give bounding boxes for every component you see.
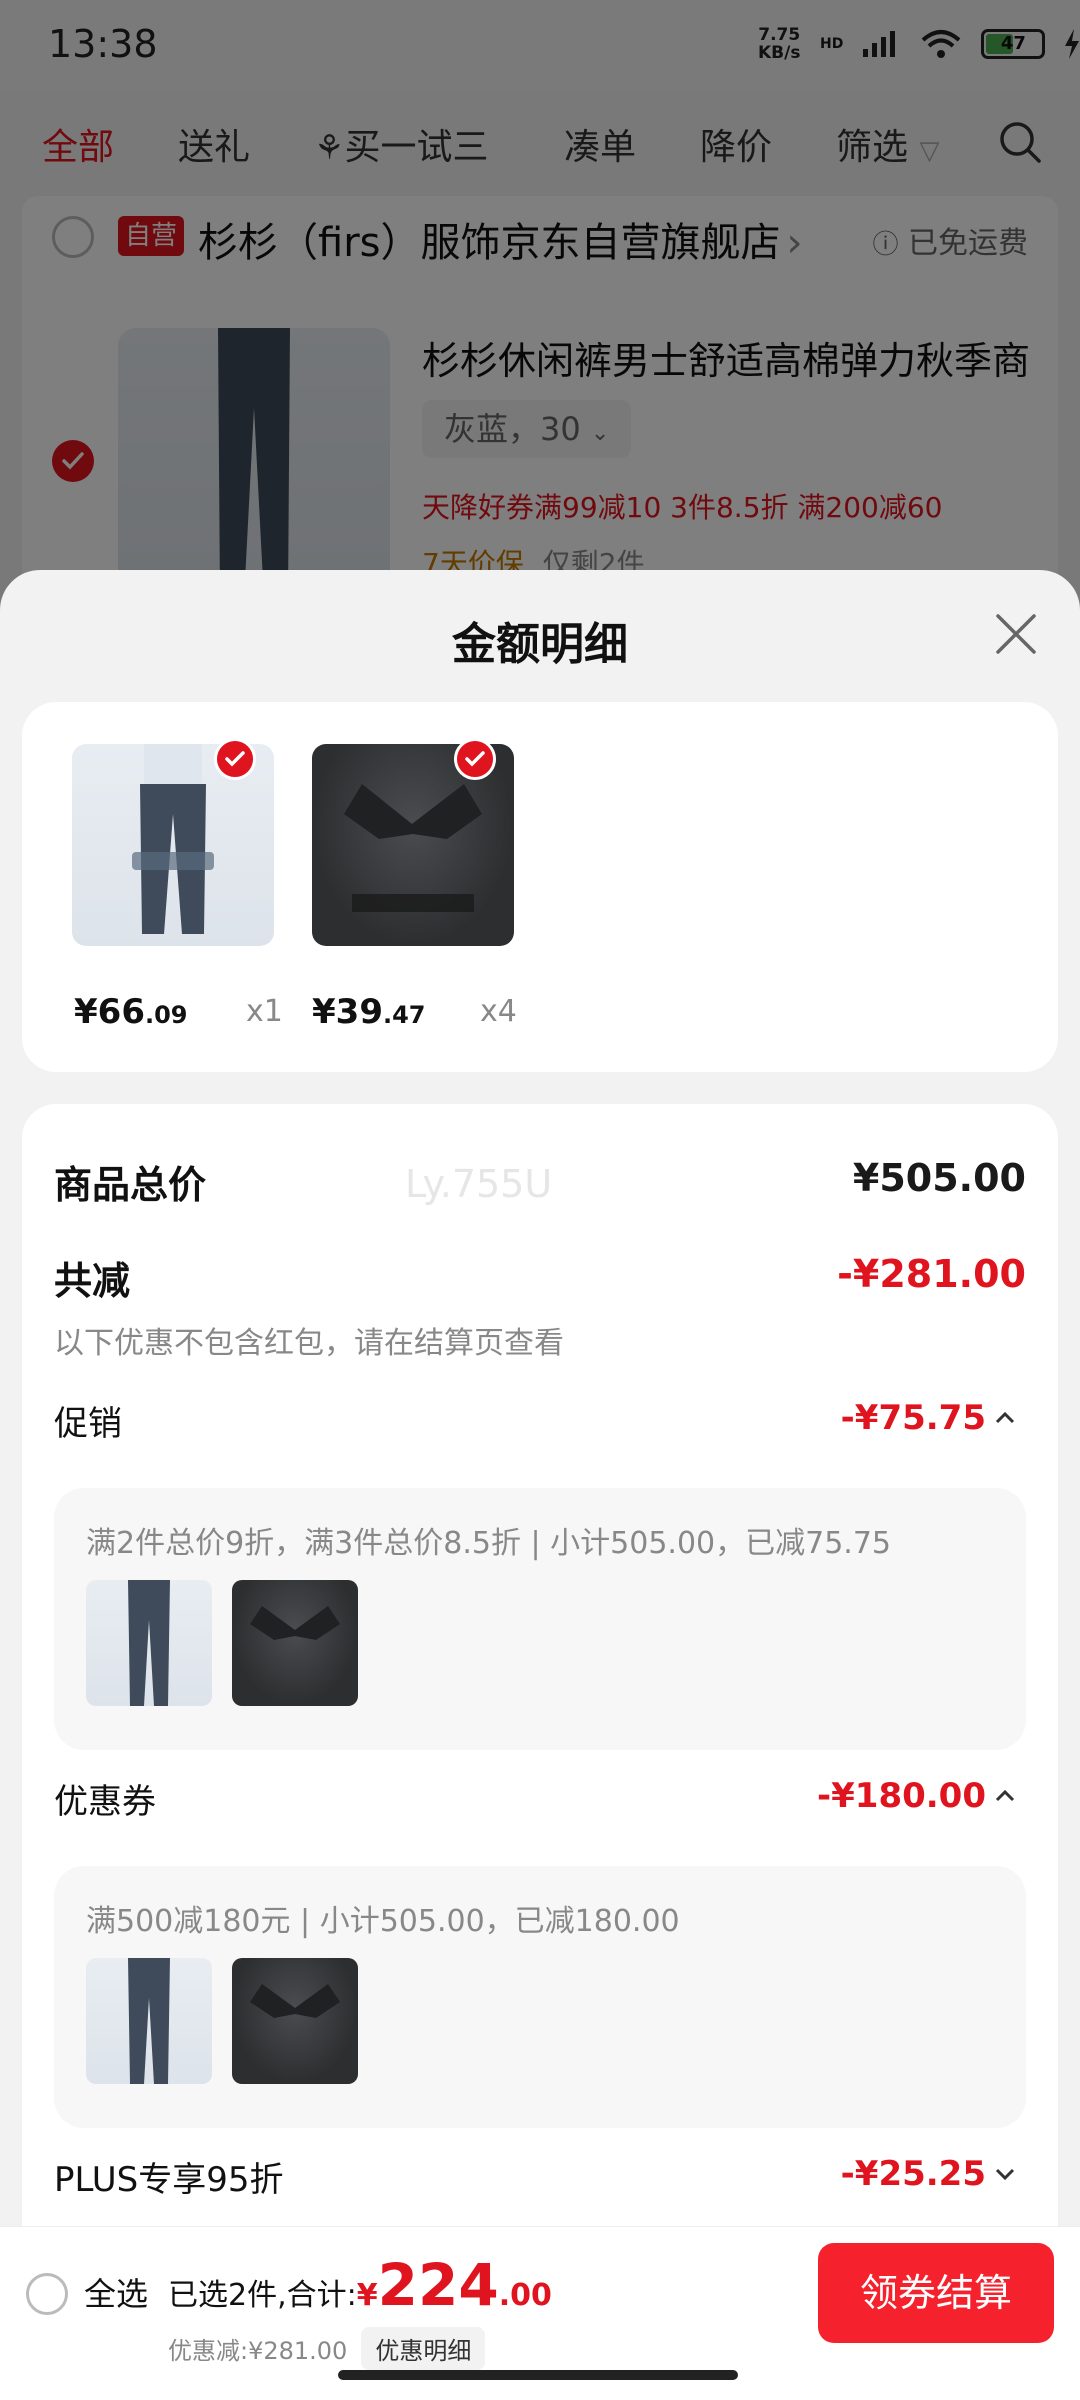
promo-value: -¥75.75 bbox=[840, 1398, 986, 1438]
promo-detail-box: 满2件总价9折，满3件总价8.5折 | 小计505.00，已减75.75 bbox=[54, 1488, 1026, 1750]
total-amount-integer: 224 bbox=[377, 2251, 499, 2319]
discount-summary: 优惠减:¥281.00 优惠明细 bbox=[168, 2327, 486, 2370]
reduction-value: -¥281.00 bbox=[837, 1252, 1026, 1296]
promo-value-toggle[interactable]: -¥75.75 bbox=[841, 1398, 1016, 1438]
close-icon[interactable] bbox=[992, 610, 1040, 658]
item-price: ¥66.09 bbox=[74, 992, 188, 1032]
item-checked-icon[interactable] bbox=[214, 738, 256, 780]
cart-page-background: 13:38 7.75 KB/s HD 47 全部 送礼 ⚘买一试三 凑单 降价 … bbox=[0, 0, 1080, 606]
coupon-label: 优惠券 bbox=[54, 1782, 156, 1822]
checkout-button[interactable]: 领券结算 bbox=[818, 2243, 1054, 2343]
coupon-value: -¥180.00 bbox=[817, 1776, 986, 1816]
plus-discount-toggle[interactable]: -¥25.25 bbox=[841, 2154, 1016, 2194]
total-summary: 已选2件,合计: ¥ 224 .00 bbox=[168, 2251, 552, 2319]
select-all-label[interactable]: 全选 bbox=[84, 2269, 148, 2315]
total-currency: ¥ bbox=[356, 2278, 378, 2313]
selected-items-card: ¥66.09 x1 ¥39.47 x4 bbox=[22, 702, 1058, 1072]
chevron-up-icon bbox=[995, 1411, 1015, 1424]
coupon-detail-text: 满500减180元 | 小计505.00，已减180.00 bbox=[86, 1904, 680, 1939]
chevron-down-icon bbox=[995, 2168, 1015, 2181]
watermark: Ly.755U bbox=[405, 1162, 553, 1206]
reduction-label: 共减 bbox=[54, 1259, 131, 1303]
item-price-main: ¥39 bbox=[312, 992, 383, 1032]
promo-label: 促销 bbox=[54, 1404, 122, 1444]
item-price: ¥39.47 bbox=[312, 992, 426, 1032]
coupon-value-toggle[interactable]: -¥180.00 bbox=[817, 1776, 1016, 1816]
promo-item-thumb bbox=[86, 1580, 212, 1706]
plus-discount-value: -¥25.25 bbox=[840, 2154, 986, 2194]
chevron-up-icon bbox=[995, 1789, 1015, 1802]
coupon-item-thumb bbox=[86, 1958, 212, 2084]
sheet-title: 金额明细 bbox=[452, 619, 628, 670]
promo-item-thumb bbox=[232, 1580, 358, 1706]
price-breakdown-card: 商品总价 ¥505.00 共减 -¥281.00 以下优惠不包含红包，请在结算页… bbox=[22, 1104, 1058, 2400]
reduction-note: 以下优惠不包含红包，请在结算页查看 bbox=[54, 1326, 564, 1361]
item-qty: x4 bbox=[480, 994, 517, 1029]
plus-discount-label: PLUS专享95折 bbox=[54, 2160, 284, 2200]
promo-detail-text: 满2件总价9折，满3件总价8.5折 | 小计505.00，已减75.75 bbox=[86, 1526, 892, 1561]
discount-amount: 优惠减:¥281.00 bbox=[168, 2337, 348, 2365]
total-price-label: 商品总价 bbox=[54, 1163, 207, 1207]
item-checked-icon[interactable] bbox=[454, 738, 496, 780]
item-price-cents: .09 bbox=[144, 1001, 188, 1029]
select-all-radio[interactable] bbox=[26, 2273, 68, 2315]
home-indicator[interactable] bbox=[338, 2370, 738, 2380]
selected-count-text: 已选2件,合计: bbox=[168, 2278, 357, 2313]
amount-detail-sheet: 金额明细 ¥66.09 x1 ¥39.47 x4 商品总价 ¥505.00 共减… bbox=[0, 570, 1080, 2400]
total-amount-decimal: .00 bbox=[498, 2278, 552, 2313]
coupon-detail-box: 满500减180元 | 小计505.00，已减180.00 bbox=[54, 1866, 1026, 2128]
item-price-cents: .47 bbox=[382, 1001, 426, 1029]
item-qty: x1 bbox=[246, 994, 283, 1029]
coupon-item-thumb bbox=[232, 1958, 358, 2084]
item-price-main: ¥66 bbox=[74, 992, 145, 1032]
discount-detail-button[interactable]: 优惠明细 bbox=[361, 2327, 486, 2370]
total-price-value: ¥505.00 bbox=[852, 1156, 1026, 1200]
overlay-dim[interactable] bbox=[0, 0, 1080, 600]
